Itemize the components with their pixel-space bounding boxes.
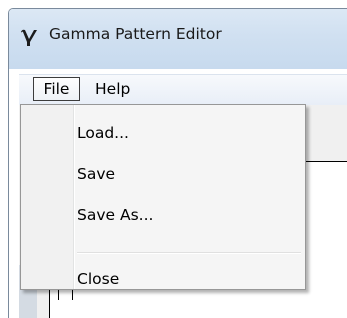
menu-item-save-as[interactable]: Save As... [77,200,153,230]
window-title: Gamma Pattern Editor [49,25,222,43]
menu-help[interactable]: Help [95,77,143,101]
menu-item-load[interactable]: Load... [77,118,129,148]
menu-bar: File Help [19,74,347,106]
file-dropdown-menu: Load... Save Save As... Close [20,104,306,290]
gamma-letter-icon [21,29,37,46]
title-bar[interactable]: Gamma Pattern Editor [9,9,347,69]
menu-item-close[interactable]: Close [77,264,119,294]
menu-icon-gutter [21,105,75,289]
menu-item-save[interactable]: Save [77,159,115,189]
menu-separator [77,252,301,254]
menu-file[interactable]: File [33,77,80,101]
